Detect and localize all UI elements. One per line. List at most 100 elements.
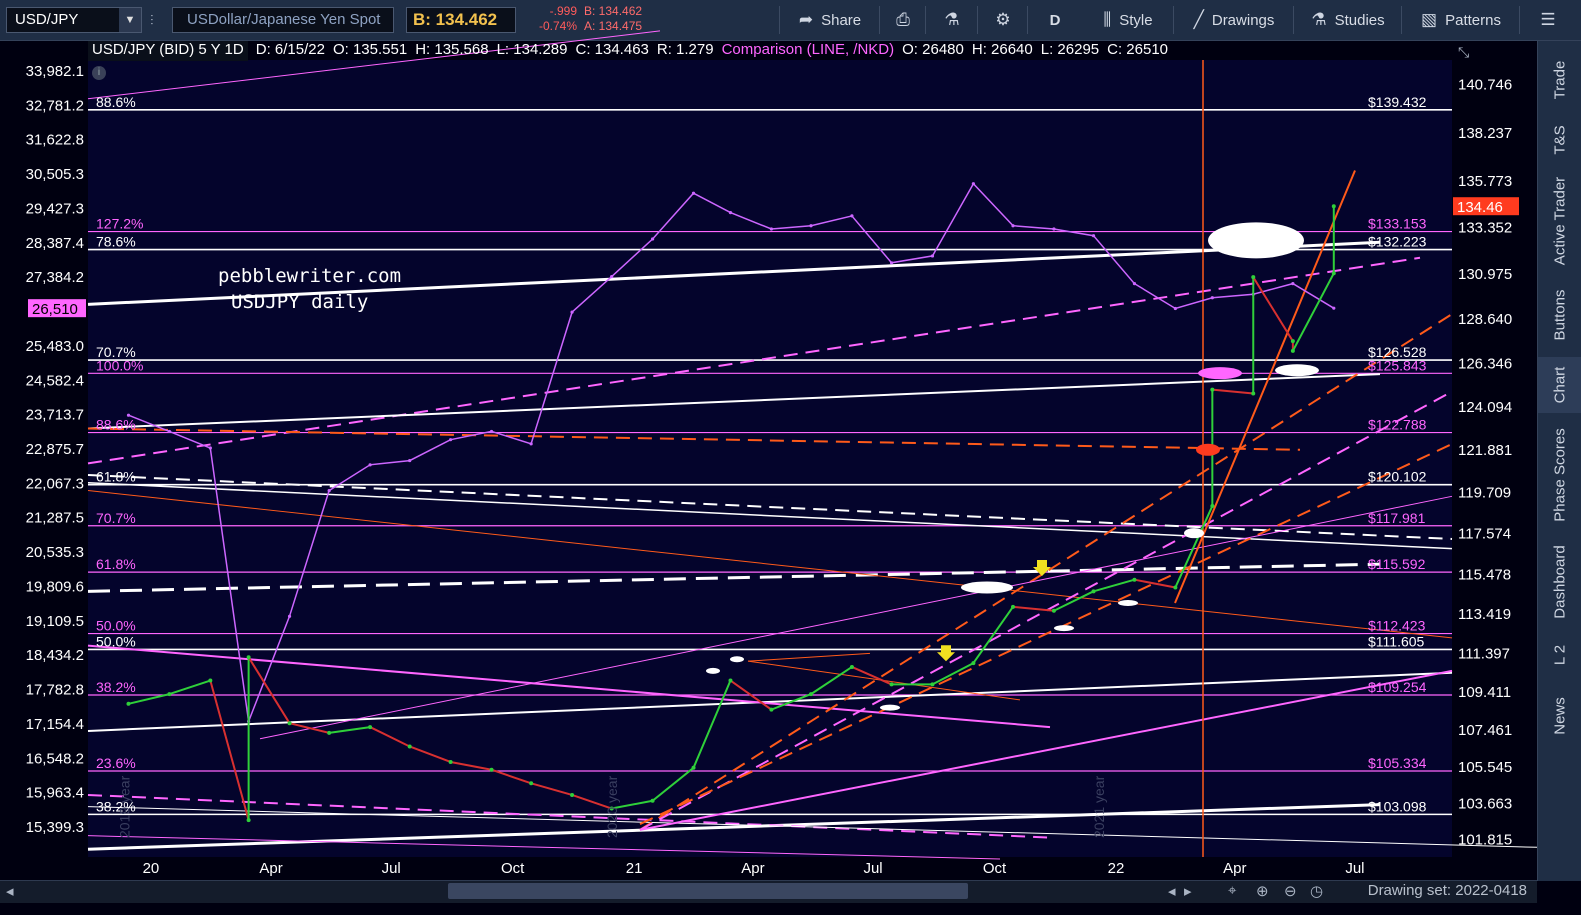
side-tab-label: Buttons <box>1551 289 1569 341</box>
side-tab-dashboard[interactable]: Dashboard <box>1538 537 1581 627</box>
white-dot-5 <box>880 704 900 711</box>
left-comparison-axis[interactable]: 33,982.1 32,781.2 31,622.8 30,505.3 29,427.3… <box>26 63 86 836</box>
comparison-point <box>1291 282 1295 286</box>
magenta-ellipse <box>1198 367 1242 380</box>
chart-header: USD/JPY (BID) 5 Y 1D D: 6/15/22 O: 135.5… <box>88 41 1176 61</box>
fib-value-label: $120.102 <box>1368 469 1427 485</box>
white-ellipse-right <box>1275 364 1319 377</box>
left-tick-label: 19,809.6 <box>26 578 84 595</box>
left-tick-label: 30,505.3 <box>26 166 84 183</box>
comparison-point <box>971 182 975 186</box>
side-tab-chart[interactable]: Chart <box>1538 357 1581 413</box>
price-point <box>1091 589 1096 594</box>
last-comparison-label: 26,510 <box>32 301 78 318</box>
fib-value-label: $133.153 <box>1368 216 1427 232</box>
scroll-right-icon[interactable]: ▸ <box>1184 882 1192 900</box>
fib-pct-label: 23.6% <box>96 755 136 771</box>
side-tab-t-s[interactable]: T&S <box>1538 117 1581 163</box>
left-tick-label: 16,548.2 <box>26 750 84 767</box>
left-tick-label: 19,109.5 <box>26 613 84 630</box>
comparison-point <box>570 310 574 314</box>
right-tick-label: 133.352 <box>1458 220 1512 237</box>
left-tick-label: 24,582.4 <box>26 372 84 389</box>
price-point <box>287 721 292 726</box>
fib-value-label: $117.981 <box>1368 510 1426 526</box>
side-tab-trade[interactable]: Trade <box>1538 49 1581 111</box>
header-cmp-low: L: 26295 <box>1040 41 1100 58</box>
comparison-point <box>1011 224 1015 228</box>
price-point <box>570 792 575 797</box>
left-tick-label: 17,154.4 <box>26 716 84 733</box>
reset-zoom-icon[interactable]: ◷ <box>1310 882 1323 900</box>
right-tick-label: 113.419 <box>1458 606 1511 623</box>
side-tab-label: Phase Scores <box>1551 428 1569 522</box>
header-cmp-close: C: 26510 <box>1107 41 1169 58</box>
left-tick-label: 28,387.4 <box>26 235 84 252</box>
right-tick-label: 140.746 <box>1458 76 1512 93</box>
scroll-thumb[interactable] <box>448 883 968 899</box>
right-tick-label: 103.663 <box>1458 795 1512 812</box>
price-point <box>1290 339 1295 344</box>
price-point <box>1331 271 1336 276</box>
right-tick-label: 126.346 <box>1458 356 1512 373</box>
comparison-point <box>889 261 894 265</box>
left-tick-label: 18,434.2 <box>26 647 84 664</box>
right-tick-label: 124.094 <box>1458 399 1512 416</box>
right-tick-label: 105.545 <box>1458 759 1512 776</box>
price-point <box>126 701 131 706</box>
zoom-out-icon[interactable]: ⊖ <box>1284 882 1297 900</box>
comparison-point <box>930 254 935 258</box>
comparison-point <box>809 224 813 228</box>
header-symbol: USD/JPY (BID) 5 Y 1D <box>88 41 248 61</box>
price-point <box>930 682 935 687</box>
price-point <box>1210 387 1215 392</box>
side-tab-strip: Trade T&S Active Trader Buttons Chart Phase S… <box>1537 41 1581 881</box>
price-point <box>368 725 373 730</box>
side-tab-phase-scores[interactable]: Phase Scores <box>1538 419 1581 531</box>
year-marker-label: 2019 year <box>117 775 133 838</box>
comparison-point <box>408 458 412 463</box>
drawing-set-label[interactable]: Drawing set: 2022-0418 <box>1330 881 1535 901</box>
left-tick-label: 33,982.1 <box>26 63 84 80</box>
price-point <box>246 818 251 823</box>
side-tab-news[interactable]: News <box>1538 683 1581 749</box>
comparison-point <box>287 614 292 618</box>
fib-value-label: $112.423 <box>1368 618 1426 634</box>
crosshair-icon[interactable]: ⌖ <box>1228 882 1236 899</box>
left-tick-label: 27,384.2 <box>26 269 84 286</box>
chart-canvas[interactable]: 88.6% $139.432 127.2% $133.153 78.6% $132.223… <box>0 0 1537 880</box>
comparison-point <box>728 210 733 215</box>
price-point <box>448 759 453 764</box>
price-point <box>208 678 213 683</box>
header-cmp-open: O: 26480 <box>902 41 964 58</box>
fib-pct-label: 61.8% <box>96 469 136 485</box>
header-open: O: 135.551 <box>332 41 408 58</box>
header-low: L: 134.289 <box>496 41 568 58</box>
price-point <box>167 692 172 697</box>
side-tab-label: Dashboard <box>1551 545 1569 619</box>
comparison-point <box>1132 282 1137 286</box>
side-tab-active-trader[interactable]: Active Trader <box>1538 169 1581 273</box>
fib-pct-label: 70.7% <box>96 510 136 526</box>
left-tick-label: 23,713.7 <box>26 407 84 424</box>
header-close: C: 134.463 <box>575 41 649 58</box>
left-tick-label: 22,875.7 <box>26 441 84 458</box>
white-dot-4 <box>730 656 744 663</box>
hamburger-icon: ☰ <box>1540 10 1556 29</box>
left-tick-label: 32,781.2 <box>26 97 84 114</box>
info-icon[interactable]: i <box>92 66 106 80</box>
x-tick-label: Oct <box>501 860 525 877</box>
comparison-point <box>327 489 331 493</box>
price-point <box>1251 391 1256 396</box>
expand-icon[interactable]: ⤡ <box>1458 44 1469 61</box>
comparison-point <box>769 227 774 231</box>
scroll-left-small-icon[interactable]: ◂ <box>1168 882 1176 900</box>
side-tab-l-2[interactable]: L 2 <box>1538 633 1581 677</box>
comparison-point <box>650 237 655 241</box>
x-tick-label: Jul <box>382 860 401 877</box>
fib-pct-label: 50.0% <box>96 633 136 649</box>
scroll-left-icon[interactable]: ◂ <box>6 882 14 900</box>
zoom-in-icon[interactable]: ⊕ <box>1256 882 1269 900</box>
side-tab-buttons[interactable]: Buttons <box>1538 279 1581 351</box>
year-marker-label: 2021 year <box>1091 775 1107 838</box>
